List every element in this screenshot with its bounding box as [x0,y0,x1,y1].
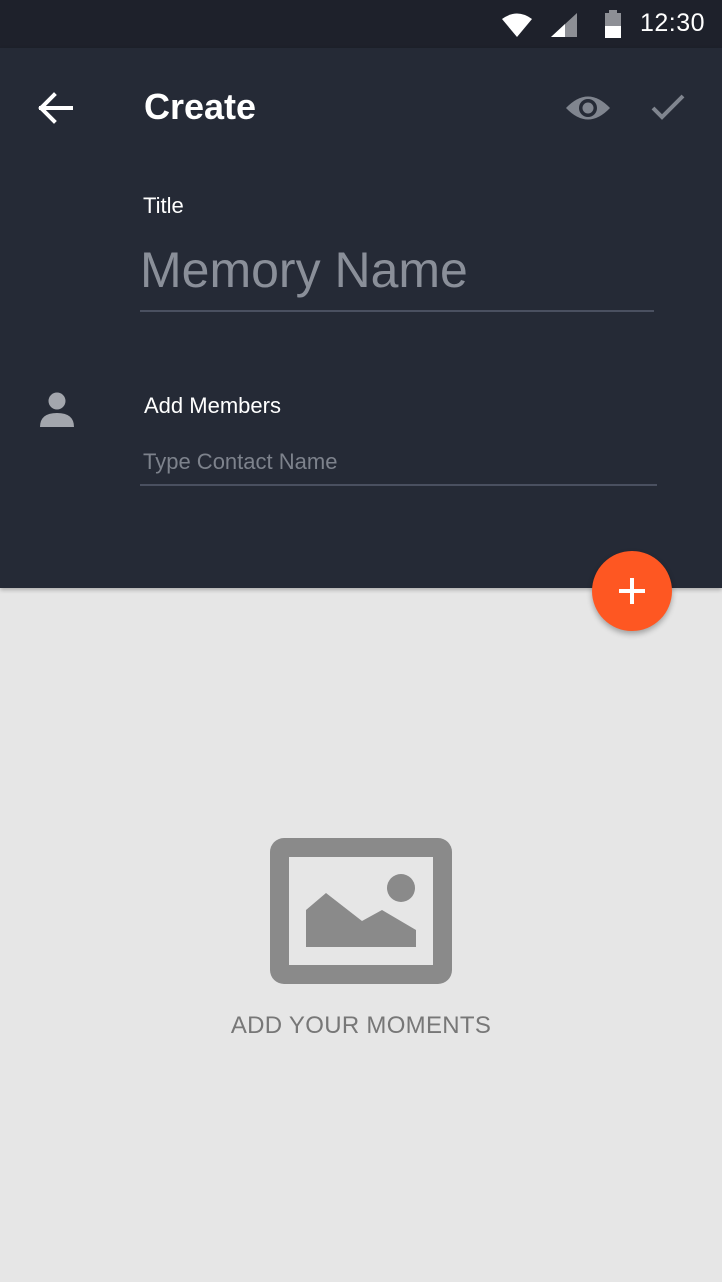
signal-icon [551,13,577,42]
plus-icon [619,578,645,604]
add-members-label: Add Members [144,393,281,418]
status-time: 12:30 [640,9,706,37]
status-bar: 12:30 [0,0,722,48]
screen: 12:30 Create Title Memory Name Add Membe… [0,0,722,1282]
add-moment-fab[interactable] [592,551,672,631]
arrow-back-icon [38,92,73,124]
memory-name-input[interactable] [140,230,654,312]
battery-icon [604,10,622,43]
image-icon [270,838,452,989]
contact-name-input[interactable] [140,440,657,486]
eye-icon [566,96,610,120]
create-header: Create Title Add Members [0,48,722,588]
person-icon [38,392,76,433]
title-label: Title [143,193,184,218]
page-title: Create [144,86,257,127]
empty-state-text: ADD YOUR MOMENTS [230,1012,492,1039]
back-button[interactable] [28,84,84,132]
wifi-icon [502,12,532,43]
preview-button[interactable] [562,86,614,130]
confirm-button[interactable] [644,84,692,132]
check-icon [651,94,685,120]
